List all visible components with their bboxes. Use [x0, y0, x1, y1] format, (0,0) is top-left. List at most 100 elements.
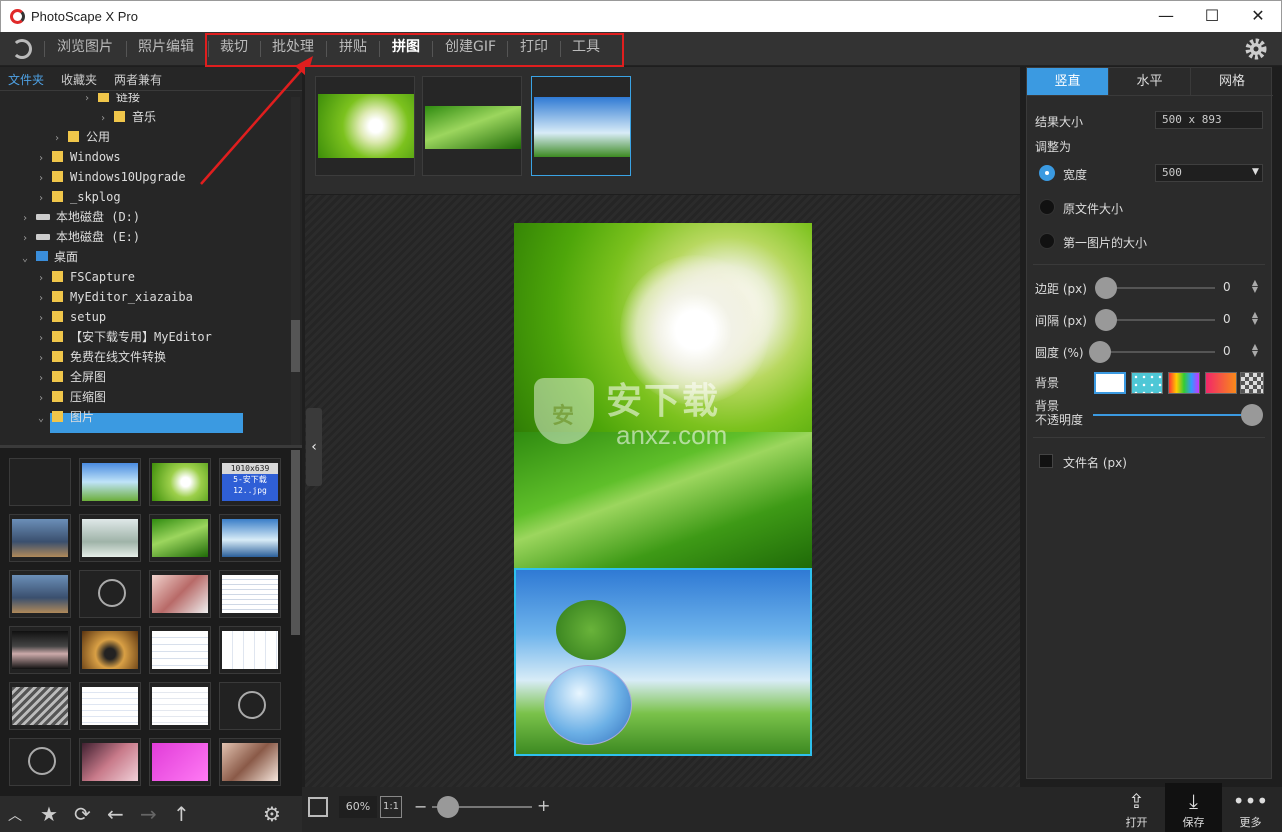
thumbnail[interactable]: [9, 514, 71, 562]
close-button[interactable]: ✕: [1235, 3, 1281, 31]
bg-pattern-swatch[interactable]: [1131, 372, 1163, 394]
tree-item[interactable]: › Windows: [38, 147, 121, 167]
bg-white-swatch[interactable]: [1094, 372, 1126, 394]
opacity-slider[interactable]: [1093, 414, 1251, 416]
chevron-down-icon[interactable]: ⌄: [38, 409, 52, 429]
thumbnail[interactable]: [79, 626, 141, 674]
tab-vertical[interactable]: 竖直: [1027, 68, 1109, 96]
tab-folders[interactable]: 文件夹: [8, 71, 44, 88]
tree-item[interactable]: › FSCapture: [38, 267, 135, 287]
chevron-right-icon[interactable]: ›: [38, 289, 52, 309]
zoom-percent[interactable]: 60%: [339, 796, 377, 818]
roundness-slider-knob[interactable]: [1089, 341, 1111, 363]
fit-view-icon[interactable]: [308, 797, 328, 817]
thumbnail[interactable]: [79, 738, 141, 786]
opacity-slider-knob[interactable]: [1241, 404, 1263, 426]
thumbnail[interactable]: [79, 570, 141, 618]
radio-width[interactable]: [1039, 165, 1055, 181]
spacing-slider-knob[interactable]: [1095, 309, 1117, 331]
thumbnail[interactable]: [9, 626, 71, 674]
chevron-right-icon[interactable]: ›: [38, 329, 52, 349]
tree-item[interactable]: ⌄ 桌面: [22, 247, 78, 267]
chevron-down-icon[interactable]: ⌄: [22, 249, 36, 269]
refresh-icon[interactable]: ⟳: [74, 802, 91, 826]
spacing-value[interactable]: 0: [1223, 312, 1231, 326]
thumbnail[interactable]: [9, 458, 71, 506]
tree-item[interactable]: › setup: [38, 307, 106, 327]
chevron-right-icon[interactable]: ›: [38, 189, 52, 209]
tree-item[interactable]: ⌄ 图片: [38, 407, 94, 427]
thumbnail[interactable]: [219, 682, 281, 730]
tree-item[interactable]: › 本地磁盘 (E:): [22, 227, 140, 247]
open-button[interactable]: ⇪ 打开: [1108, 783, 1165, 832]
filename-checkbox[interactable]: [1039, 454, 1053, 468]
thumbnail[interactable]: 1010x639 5-安下载 12..jpg: [219, 458, 281, 506]
chevron-right-icon[interactable]: ›: [22, 229, 36, 249]
chevron-right-icon[interactable]: ›: [22, 209, 36, 229]
tree-item[interactable]: › 免费在线文件转换: [38, 347, 166, 367]
spacing-spinner[interactable]: ▲ ▼: [1250, 311, 1260, 326]
roundness-spinner[interactable]: ▲ ▼: [1250, 343, 1260, 358]
tree-item[interactable]: › 本地磁盘 (D:): [22, 207, 140, 227]
chevron-right-icon[interactable]: ›: [38, 269, 52, 289]
thumbnail[interactable]: [149, 626, 211, 674]
chevron-right-icon[interactable]: ›: [38, 169, 52, 189]
maximize-button[interactable]: ☐: [1189, 3, 1235, 31]
back-arrow-icon[interactable]: ←: [107, 802, 124, 826]
chevron-right-icon[interactable]: ›: [38, 369, 52, 389]
margin-value[interactable]: 0: [1223, 280, 1231, 294]
film-thumb-1[interactable]: [315, 76, 415, 176]
film-thumb-2[interactable]: [422, 76, 522, 176]
tree-item[interactable]: › 链接: [84, 93, 140, 107]
menu-photo-edit[interactable]: 照片编辑: [138, 32, 194, 66]
chevron-right-icon[interactable]: ›: [38, 389, 52, 409]
tree-scrollbar[interactable]: [291, 320, 300, 372]
thumbnail[interactable]: [9, 570, 71, 618]
thumbnail[interactable]: [149, 682, 211, 730]
save-button[interactable]: ⤓ 保存: [1165, 783, 1222, 832]
tab-grid[interactable]: 网格: [1191, 68, 1273, 96]
more-button[interactable]: ••• 更多: [1222, 783, 1279, 832]
up-arrow-icon[interactable]: ↑: [173, 802, 190, 826]
menu-browse[interactable]: 浏览图片: [57, 32, 113, 66]
tree-item[interactable]: › 公用: [54, 127, 110, 147]
thumbnail[interactable]: [219, 514, 281, 562]
bg-transparent-swatch[interactable]: [1240, 372, 1264, 394]
thumbnail[interactable]: [149, 738, 211, 786]
thumbnail[interactable]: [9, 682, 71, 730]
chevron-up-icon[interactable]: ︿: [8, 804, 22, 828]
actual-size-button[interactable]: 1:1: [380, 796, 402, 818]
radio-original[interactable]: [1039, 199, 1055, 215]
tree-item[interactable]: › MyEditor_xiazaiba: [38, 287, 193, 307]
chevron-right-icon[interactable]: ›: [54, 129, 68, 149]
thumbnail[interactable]: [219, 738, 281, 786]
tree-item[interactable]: › 【安下载专用】MyEditor: [38, 327, 212, 347]
radio-first[interactable]: [1039, 233, 1055, 249]
width-select[interactable]: 500: [1155, 164, 1263, 182]
thumbnail[interactable]: [219, 570, 281, 618]
tree-item[interactable]: › 全屏图: [38, 367, 106, 387]
chevron-right-icon[interactable]: ›: [38, 309, 52, 329]
thumbnail[interactable]: [219, 626, 281, 674]
thumbnail[interactable]: [79, 682, 141, 730]
film-thumb-3[interactable]: [531, 76, 631, 176]
roundness-value[interactable]: 0: [1223, 344, 1231, 358]
chevron-right-icon[interactable]: ›: [84, 93, 98, 109]
thumbnail[interactable]: [9, 738, 71, 786]
thumbnail[interactable]: [79, 514, 141, 562]
chevron-right-icon[interactable]: ›: [38, 349, 52, 369]
thumbnail[interactable]: [149, 458, 211, 506]
thumbnail[interactable]: [79, 458, 141, 506]
tab-horizontal[interactable]: 水平: [1109, 68, 1191, 96]
tree-item[interactable]: › 压缩图: [38, 387, 106, 407]
bg-rainbow-swatch[interactable]: [1168, 372, 1200, 394]
collapse-panel-button[interactable]: ‹: [306, 408, 322, 486]
gear-icon[interactable]: ⚙: [263, 802, 281, 826]
thumbnail[interactable]: [149, 570, 211, 618]
tab-both[interactable]: 两者兼有: [114, 71, 162, 88]
chevron-right-icon[interactable]: ›: [100, 109, 114, 129]
thumbnail[interactable]: [149, 514, 211, 562]
forward-arrow-icon[interactable]: →: [140, 802, 157, 826]
tree-item[interactable]: › _skplog: [38, 187, 121, 207]
home-refresh-icon[interactable]: [12, 39, 32, 59]
